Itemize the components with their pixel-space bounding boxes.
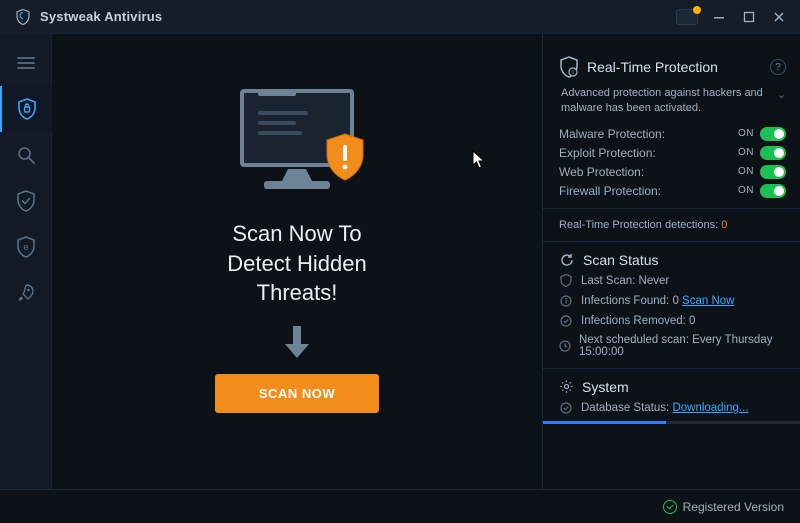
- sidebar: e: [0, 34, 52, 489]
- toggle-exploit[interactable]: [760, 146, 786, 160]
- main-panel: Scan Now To Detect Hidden Threats! SCAN …: [52, 34, 542, 489]
- help-icon[interactable]: ?: [770, 59, 786, 75]
- sidebar-menu-button[interactable]: [0, 40, 52, 86]
- system-title: System: [559, 379, 786, 395]
- app-title: Systweak Antivirus: [40, 9, 162, 24]
- wallet-icon[interactable]: [676, 9, 698, 25]
- status-next-scan: Next scheduled scan: Every Thursday 15:0…: [559, 334, 786, 358]
- toggle-state: ON: [738, 128, 754, 139]
- minimize-button[interactable]: [704, 5, 734, 29]
- check-circle-icon: [559, 401, 573, 415]
- titlebar: Systweak Antivirus: [0, 0, 800, 34]
- arrow-down-icon: [283, 324, 311, 360]
- download-progress: [543, 421, 800, 424]
- svg-text:e: e: [23, 242, 28, 252]
- app-logo: Systweak Antivirus: [14, 8, 162, 26]
- headline-line: Threats!: [227, 278, 366, 308]
- headline: Scan Now To Detect Hidden Threats!: [227, 219, 366, 308]
- status-infections-removed: Infections Removed: 0: [559, 314, 786, 328]
- refresh-icon: [559, 252, 575, 268]
- footer: Registered Version: [0, 489, 800, 523]
- sidebar-item-protection[interactable]: [0, 86, 52, 132]
- close-button[interactable]: [764, 5, 794, 29]
- headline-line: Detect Hidden: [227, 249, 366, 279]
- rtp-label: Web Protection:: [559, 165, 644, 179]
- check-circle-icon: [559, 314, 573, 328]
- svg-text:i: i: [572, 71, 573, 77]
- status-infections-found: Infections Found: 0 Scan Now: [559, 294, 786, 308]
- toggle-web[interactable]: [760, 165, 786, 179]
- detections-count: 0: [721, 219, 727, 231]
- info-icon: [559, 294, 573, 308]
- headline-line: Scan Now To: [227, 219, 366, 249]
- right-panel: i Real-Time Protection ? Advanced protec…: [542, 34, 800, 489]
- shield-info-icon: i: [559, 56, 579, 78]
- chevron-down-icon[interactable]: ⌄: [777, 88, 786, 103]
- rtp-subtitle: Advanced protection against hackers and …: [561, 86, 786, 117]
- status-database: Database Status: Downloading...: [559, 401, 786, 415]
- rtp-row-exploit: Exploit Protection: ON: [559, 146, 786, 160]
- database-status-value[interactable]: Downloading...: [672, 402, 748, 414]
- scan-now-link[interactable]: Scan Now: [682, 295, 734, 307]
- rtp-title-text: Real-Time Protection: [587, 59, 718, 75]
- check-circle-icon: [663, 500, 677, 514]
- scan-status-title: Scan Status: [559, 252, 786, 268]
- rtp-label: Firewall Protection:: [559, 184, 661, 198]
- scan-now-button[interactable]: SCAN NOW: [215, 374, 379, 413]
- rtp-detections: Real-Time Protection detections: 0: [559, 219, 786, 231]
- registered-label: Registered Version: [683, 500, 784, 514]
- shield-alert-icon: [324, 133, 366, 181]
- app-logo-icon: [14, 8, 32, 26]
- rtp-row-web: Web Protection: ON: [559, 165, 786, 179]
- clock-icon: [559, 339, 571, 353]
- toggle-firewall[interactable]: [760, 184, 786, 198]
- toggle-state: ON: [738, 166, 754, 177]
- monitor-illustration: [222, 89, 372, 199]
- sidebar-item-boost[interactable]: [0, 270, 52, 316]
- rtp-label: Exploit Protection:: [559, 146, 656, 160]
- rtp-title: i Real-Time Protection: [559, 56, 718, 78]
- rtp-row-firewall: Firewall Protection: ON: [559, 184, 786, 198]
- shield-small-icon: [559, 274, 573, 288]
- status-last-scan: Last Scan: Never: [559, 274, 786, 288]
- sidebar-item-web[interactable]: e: [0, 224, 52, 270]
- rtp-row-malware: Malware Protection: ON: [559, 127, 786, 141]
- toggle-state: ON: [738, 185, 754, 196]
- maximize-button[interactable]: [734, 5, 764, 29]
- rtp-label: Malware Protection:: [559, 127, 665, 141]
- sidebar-item-quarantine[interactable]: [0, 178, 52, 224]
- gear-icon: [559, 379, 574, 394]
- sidebar-item-scan[interactable]: [0, 132, 52, 178]
- toggle-malware[interactable]: [760, 127, 786, 141]
- toggle-state: ON: [738, 147, 754, 158]
